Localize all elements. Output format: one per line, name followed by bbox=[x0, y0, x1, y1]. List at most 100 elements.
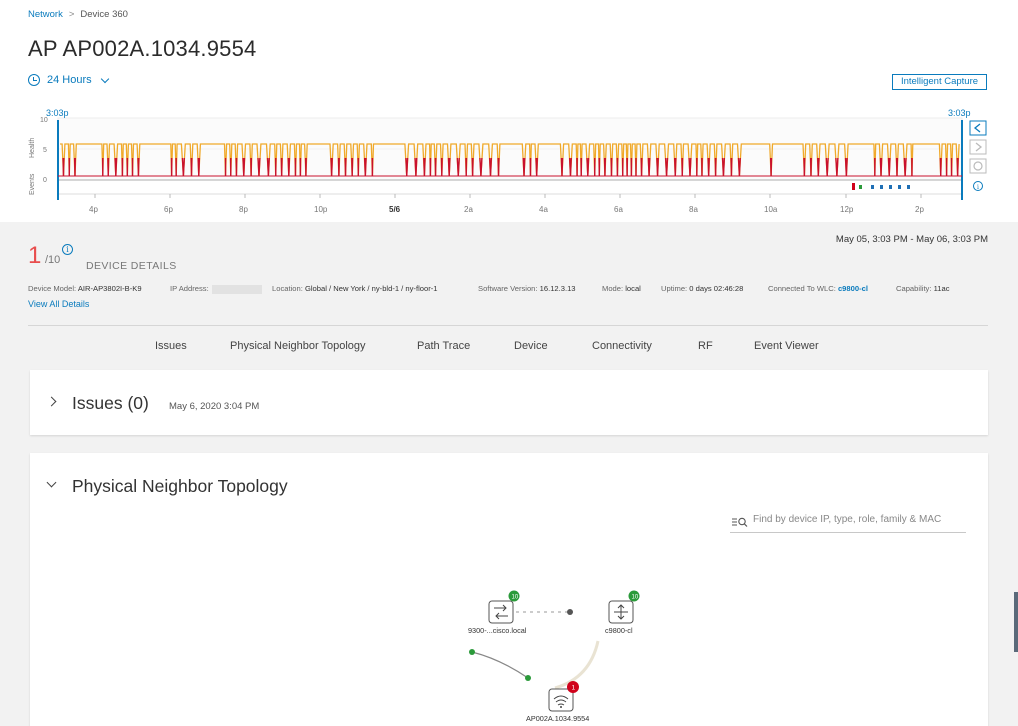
timeline-x-tick: 4a bbox=[539, 205, 548, 214]
timeline-low-health-segment bbox=[363, 157, 367, 177]
health-tick-0: 0 bbox=[43, 177, 47, 184]
intelligent-capture-button[interactable]: Intelligent Capture bbox=[892, 74, 987, 90]
timeline-x-tick: 8p bbox=[239, 205, 248, 214]
topology-filter bbox=[730, 511, 966, 533]
timeline-event-marker bbox=[880, 185, 883, 189]
location: Location: Global / New York / ny-bld-1 /… bbox=[272, 284, 438, 293]
tab-rf[interactable]: RF bbox=[698, 340, 713, 352]
timeline-x-tick: 5/6 bbox=[389, 205, 401, 214]
timeline-low-health-segment bbox=[730, 157, 733, 177]
health-score-denominator: /10 bbox=[45, 254, 61, 266]
timeline-low-health-segment bbox=[879, 157, 883, 177]
timeline-low-health-segment bbox=[337, 157, 340, 177]
breadcrumb-network-link[interactable]: Network bbox=[28, 9, 63, 20]
timeline-low-health-segment bbox=[114, 157, 118, 177]
filter-search-icon bbox=[732, 517, 748, 527]
ip-address-redacted bbox=[211, 284, 262, 294]
timeline-x-tick: 10p bbox=[314, 205, 328, 214]
health-tick-5: 5 bbox=[43, 147, 47, 154]
timeline-low-health-segment bbox=[939, 157, 942, 177]
chevron-down-icon[interactable] bbox=[46, 477, 57, 488]
wlc-link[interactable]: c9800-cl bbox=[838, 284, 868, 293]
mode: Mode: local bbox=[602, 284, 641, 293]
timeline-low-health-segment bbox=[62, 157, 65, 177]
timeline-start-time: 3:03p bbox=[46, 108, 69, 118]
tab-issues[interactable]: Issues bbox=[155, 340, 187, 352]
health-timeline-chart[interactable]: 3:03p 3:03p Health Events 10 5 0 4p 6p 8p 1… bbox=[0, 100, 1018, 220]
timeline-event-marker bbox=[907, 185, 910, 189]
timeline-low-health-segment bbox=[707, 157, 710, 177]
timeline-low-health-segment bbox=[351, 157, 354, 177]
timeline-event-marker bbox=[889, 185, 892, 189]
timeline-low-health-segment bbox=[447, 157, 451, 177]
tab-event-viewer[interactable]: Event Viewer bbox=[754, 340, 819, 352]
timeline-event-marker bbox=[898, 185, 901, 189]
tab-path-trace[interactable]: Path Trace bbox=[417, 340, 470, 352]
timeline-low-health-segment bbox=[560, 157, 564, 177]
timeline-low-health-segment bbox=[535, 157, 539, 177]
timeline-low-health-segment bbox=[640, 157, 643, 177]
ip-address: IP Address: bbox=[170, 284, 262, 294]
breadcrumb-current: Device 360 bbox=[80, 9, 128, 20]
timeline-low-health-segment bbox=[895, 157, 899, 177]
timeline-x-tick: 6p bbox=[164, 205, 173, 214]
device-details-title: DEVICE DETAILS bbox=[86, 260, 177, 272]
timeline-low-health-segment bbox=[647, 157, 651, 177]
timeline-low-health-segment bbox=[287, 157, 291, 177]
timeline-low-health-segment bbox=[497, 157, 500, 177]
timeline-x-tick: 10a bbox=[764, 205, 778, 214]
timeline-low-health-segment bbox=[586, 157, 590, 177]
timeline-low-health-segment bbox=[603, 157, 607, 177]
uptime: Uptime: 0 days 02:46:28 bbox=[661, 284, 744, 293]
topology-graph: 10 9300-...cisco.local 10 c9800-cl 1 AP0… bbox=[468, 590, 640, 723]
time-range-value: 24 Hours bbox=[47, 74, 92, 86]
timeline-low-health-segment bbox=[330, 157, 333, 177]
view-all-details-link[interactable]: View All Details bbox=[28, 299, 89, 309]
timeline-low-health-segment bbox=[769, 157, 773, 177]
timeline-reset-button[interactable] bbox=[969, 158, 987, 174]
timeline-low-health-segment bbox=[242, 157, 246, 177]
topology-search-input[interactable] bbox=[753, 514, 963, 525]
timeline-x-tick: 12p bbox=[840, 205, 854, 214]
timeline-low-health-segment bbox=[471, 157, 474, 177]
ap-health-score: 1 bbox=[572, 685, 576, 692]
health-axis-label: Health bbox=[29, 138, 36, 158]
ap-label: AP002A.1034.9554 bbox=[526, 714, 589, 723]
timeline-event-marker bbox=[859, 185, 862, 189]
issues-card-title[interactable]: Issues (0) bbox=[72, 393, 149, 414]
topology-card-title[interactable]: Physical Neighbor Topology bbox=[72, 476, 288, 497]
switch-node[interactable]: 10 9300-...cisco.local bbox=[468, 590, 527, 636]
timeline-low-health-segment bbox=[803, 157, 806, 177]
timeline-prev-button[interactable] bbox=[969, 120, 987, 136]
wlc-health-score: 10 bbox=[632, 595, 639, 601]
timeline-low-health-segment bbox=[440, 157, 443, 177]
section-divider bbox=[28, 325, 988, 326]
timeline-info-glyph: i bbox=[977, 184, 979, 191]
timeline-event-marker bbox=[852, 183, 855, 190]
side-scroll-tab[interactable] bbox=[1014, 592, 1018, 652]
health-info-icon[interactable]: i bbox=[62, 244, 73, 255]
tab-connectivity[interactable]: Connectivity bbox=[592, 340, 652, 352]
health-tick-10: 10 bbox=[40, 117, 48, 124]
timeline-low-health-segment bbox=[197, 157, 201, 177]
timeline-event-marker bbox=[871, 185, 874, 189]
timeline-low-health-segment bbox=[816, 157, 820, 177]
wlc-node[interactable]: 10 c9800-cl bbox=[605, 590, 640, 636]
link-endpoint bbox=[567, 609, 573, 615]
chevron-right-icon[interactable] bbox=[46, 396, 57, 407]
tab-physical-neighbor-topology[interactable]: Physical Neighbor Topology bbox=[230, 340, 366, 352]
timeline-low-health-segment bbox=[887, 157, 891, 177]
timeline-next-button[interactable] bbox=[969, 139, 987, 155]
issues-timestamp: May 6, 2020 3:04 PM bbox=[169, 401, 260, 412]
timeline-low-health-segment bbox=[568, 157, 572, 177]
issues-card: Issues (0) May 6, 2020 3:04 PM bbox=[30, 370, 988, 435]
timeline-x-tick: 8a bbox=[689, 205, 698, 214]
timeline-x-tick: 4p bbox=[89, 205, 98, 214]
timeline-low-health-segment bbox=[280, 157, 283, 177]
switch-health-score: 10 bbox=[512, 595, 519, 601]
time-range-dropdown[interactable]: 24 Hours bbox=[28, 74, 109, 86]
tab-device[interactable]: Device bbox=[514, 340, 548, 352]
health-score: 1 bbox=[28, 242, 42, 269]
timeline-low-health-segment bbox=[809, 157, 812, 177]
clock-icon bbox=[28, 74, 40, 86]
